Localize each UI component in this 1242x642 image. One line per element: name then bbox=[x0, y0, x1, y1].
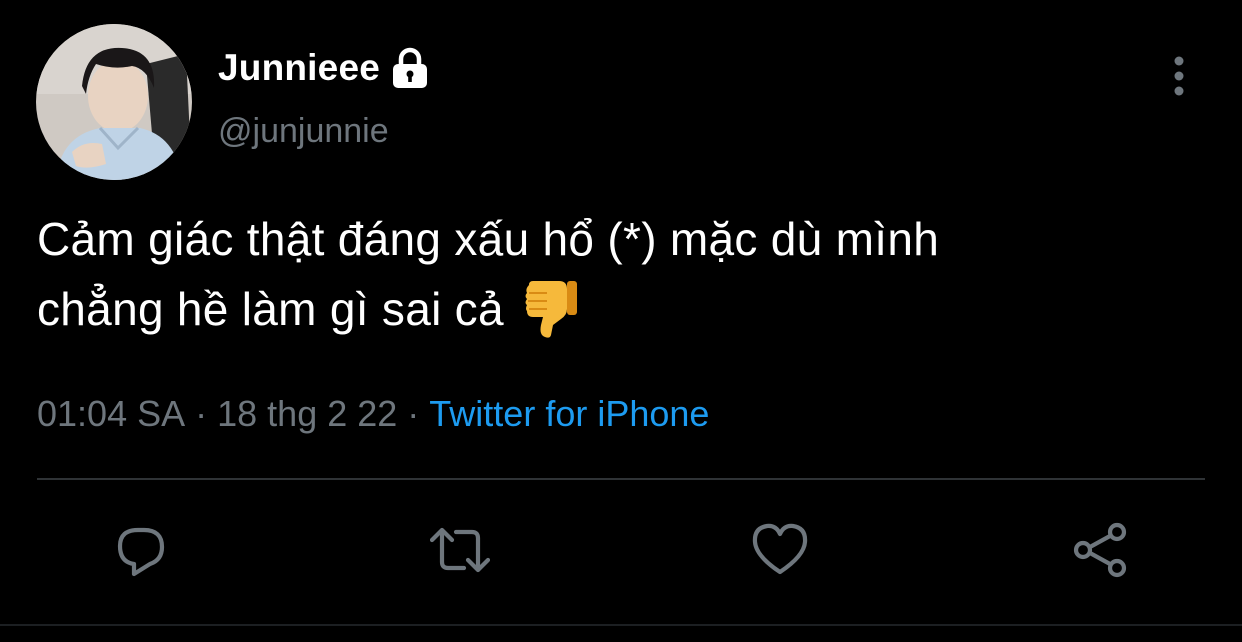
reply-icon bbox=[117, 527, 165, 577]
meta-separator: · bbox=[195, 393, 208, 434]
share-icon bbox=[1073, 522, 1127, 578]
divider bbox=[37, 478, 1205, 480]
tweet-meta: 01:04 SA · 18 thg 2 22 · Twitter for iPhone bbox=[37, 393, 709, 435]
heart-icon bbox=[752, 523, 808, 575]
tweet-body: Cảm giác thật đáng xấu hổ (*) mặc dù mìn… bbox=[37, 213, 940, 335]
tweet-date: 18 thg 2 22 bbox=[217, 393, 398, 434]
bottom-divider bbox=[0, 624, 1242, 626]
tweet-time: 01:04 SA bbox=[37, 393, 186, 434]
retweet-icon bbox=[430, 527, 490, 573]
like-button[interactable] bbox=[750, 520, 810, 580]
reply-button[interactable] bbox=[110, 520, 170, 580]
lock-icon bbox=[390, 46, 430, 90]
more-options-icon[interactable] bbox=[1164, 54, 1194, 98]
avatar-photo bbox=[36, 24, 192, 180]
user-handle[interactable]: @junjunnie bbox=[218, 112, 389, 151]
thumbs-down-icon bbox=[523, 279, 579, 339]
share-button[interactable] bbox=[1070, 520, 1130, 580]
tweet-source-link[interactable]: Twitter for iPhone bbox=[429, 393, 709, 434]
user-name-row: Junnieee bbox=[218, 44, 430, 92]
meta-separator: · bbox=[407, 393, 420, 434]
retweet-button[interactable] bbox=[430, 520, 490, 580]
tweet-text: Cảm giác thật đáng xấu hổ (*) mặc dù mìn… bbox=[37, 204, 1217, 344]
display-name[interactable]: Junnieee bbox=[218, 47, 380, 89]
avatar[interactable] bbox=[36, 24, 192, 180]
